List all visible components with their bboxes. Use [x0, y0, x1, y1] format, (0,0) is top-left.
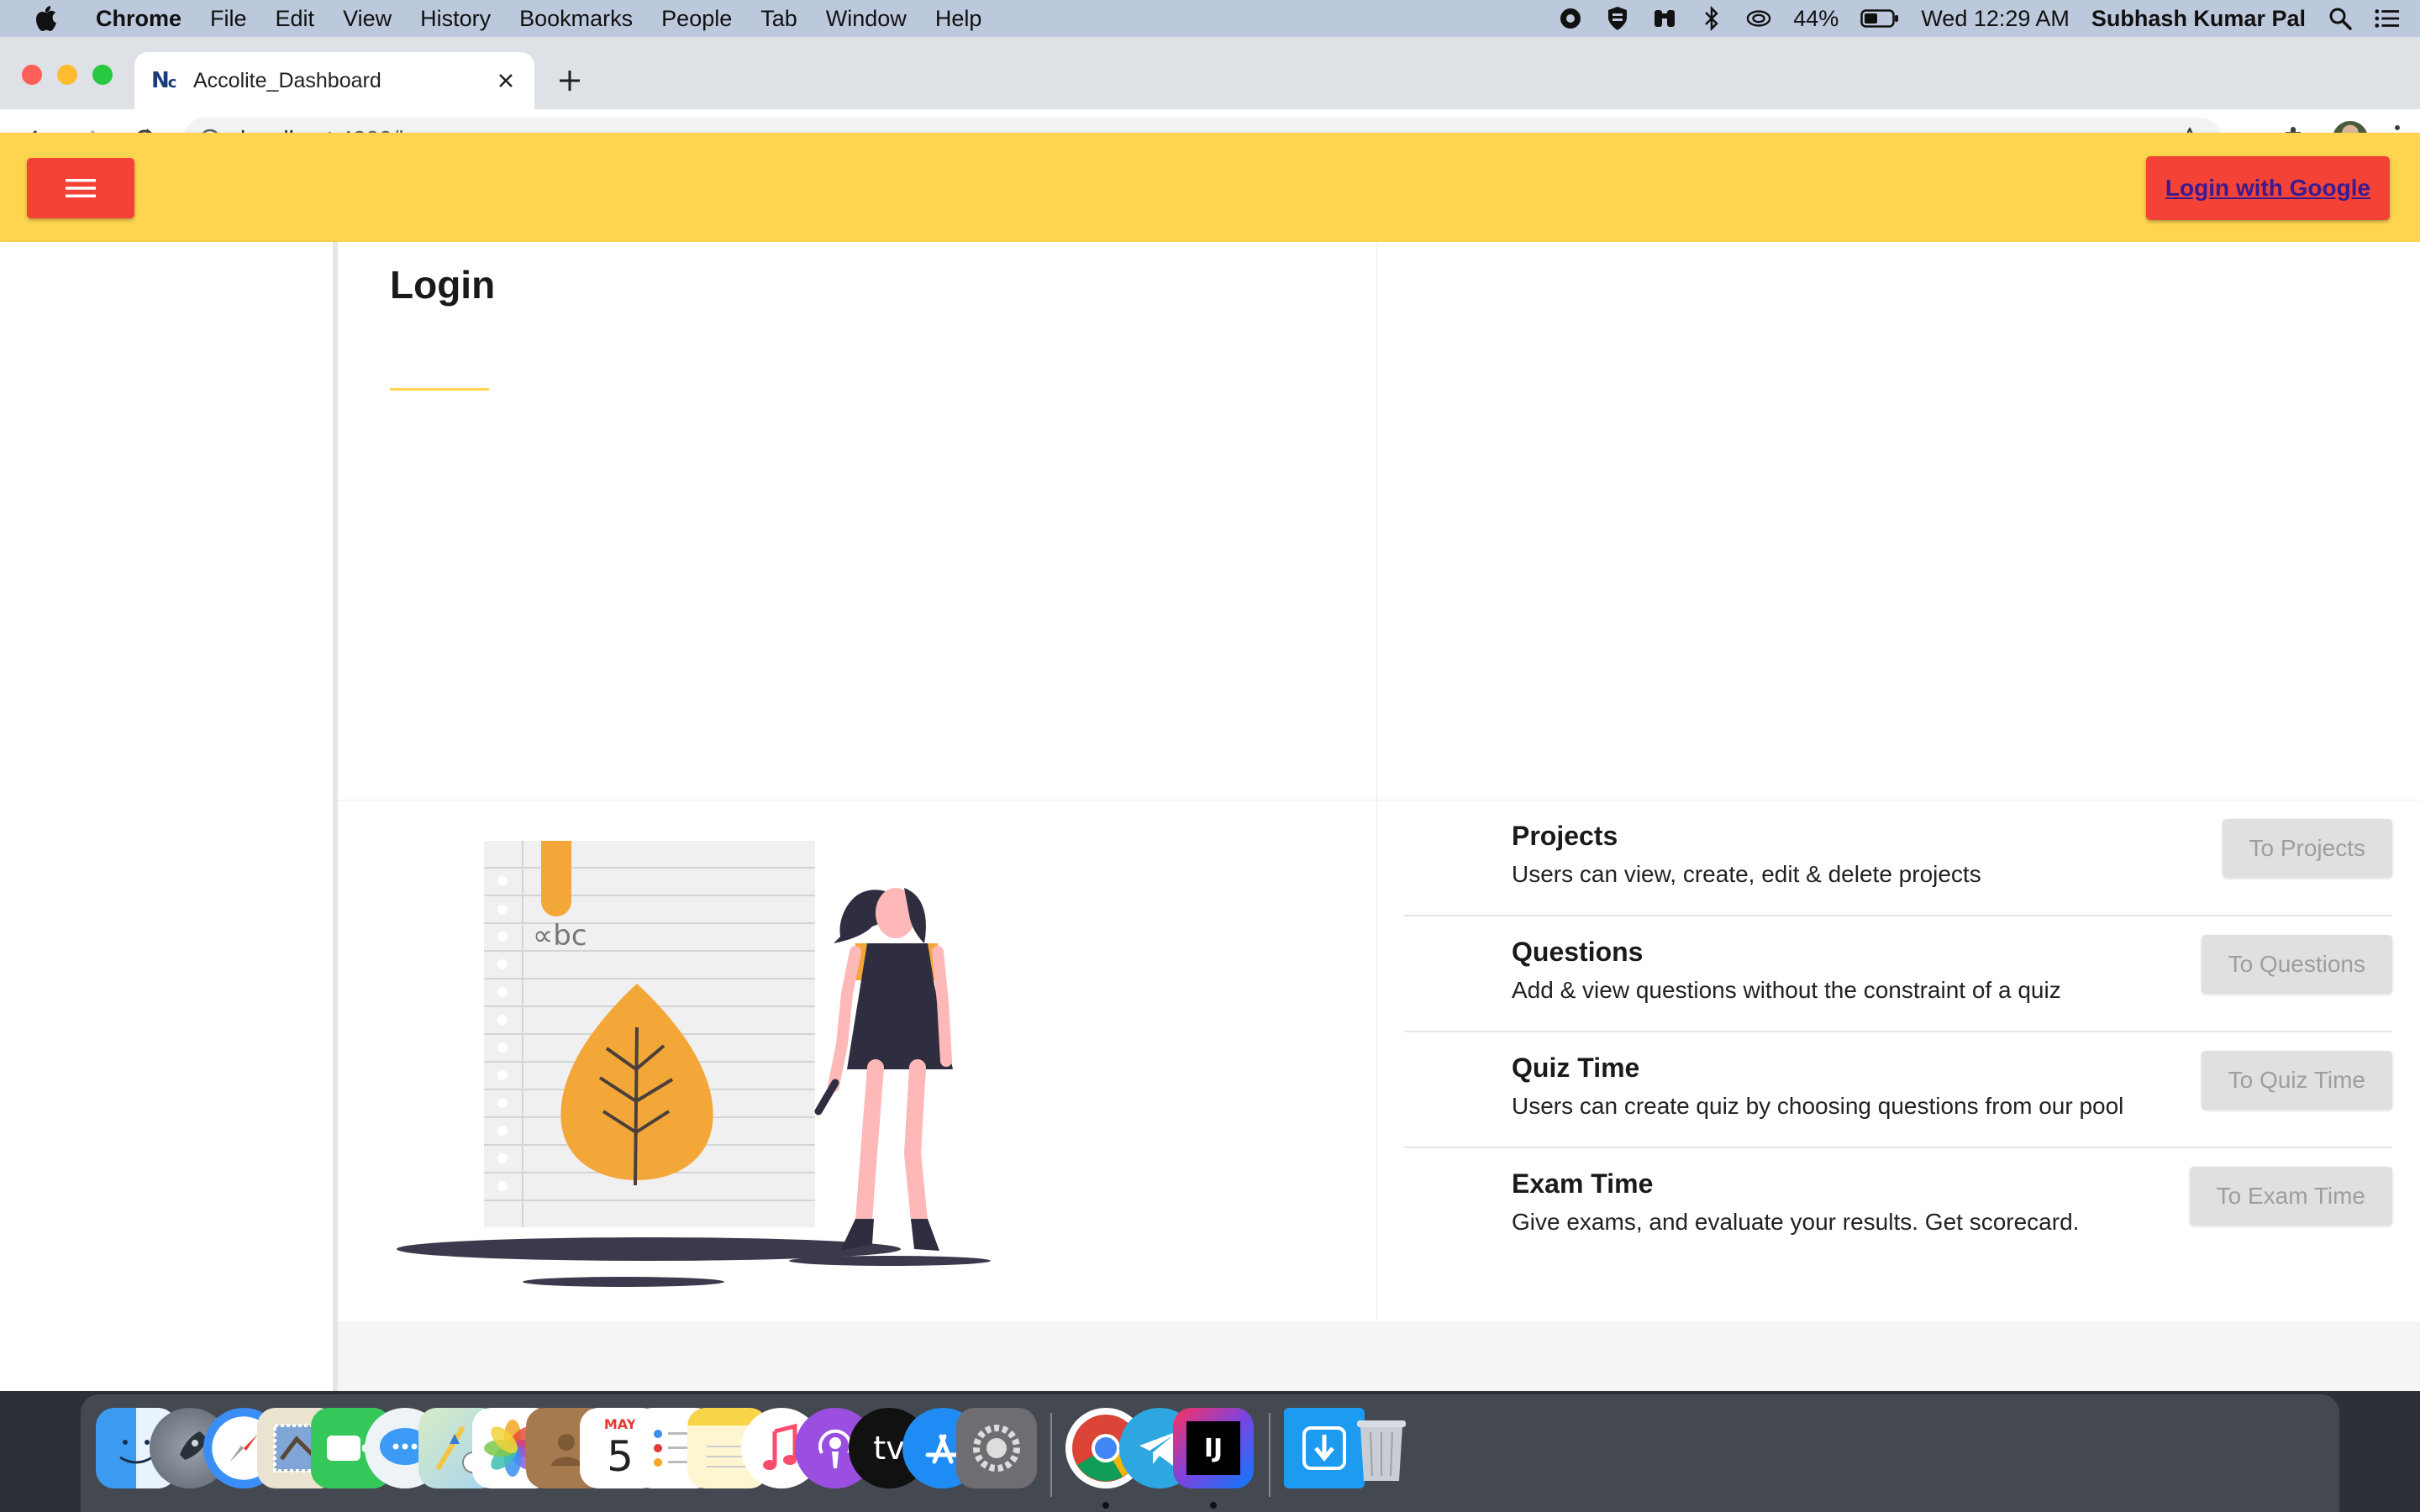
login-title-underline [390, 388, 489, 391]
user-name[interactable]: Subhash Kumar Pal [2091, 6, 2306, 32]
feature-row-projects: Projects Users can view, create, edit & … [1404, 801, 2392, 916]
menu-view[interactable]: View [343, 6, 392, 32]
sidebar [0, 242, 338, 1391]
clock[interactable]: Wed 12:29 AM [1921, 6, 2070, 32]
airdrop-icon[interactable] [1746, 6, 1771, 31]
hamburger-menu-icon [66, 179, 96, 197]
menu-file[interactable]: File [210, 6, 247, 32]
menu-help[interactable]: Help [935, 6, 982, 32]
battery-percent: 44% [1793, 5, 1839, 31]
window-minimize-button[interactable] [57, 65, 77, 85]
calendar-month: MAY [603, 1416, 637, 1432]
feature-row-exam-time: Exam Time Give exams, and evaluate your … [1404, 1148, 2392, 1263]
login-with-google-button[interactable]: Login with Google [2146, 156, 2390, 220]
tab-strip: Nc Accolite_Dashboard [0, 37, 2420, 109]
tab-close-icon[interactable] [492, 67, 519, 94]
tab-title: Accolite_Dashboard [193, 68, 381, 92]
feature-title: Exam Time [1512, 1168, 1654, 1199]
feature-row-questions: Questions Add & view questions without t… [1404, 916, 2392, 1032]
apple-menu-icon[interactable] [34, 4, 62, 33]
main-content: Login ∝bc Projects Users can view, creat… [338, 242, 2420, 1391]
shield-icon[interactable] [1605, 6, 1630, 31]
menu-people[interactable]: People [661, 6, 732, 32]
to-quiz-time-button[interactable]: To Quiz Time [2201, 1051, 2392, 1110]
feature-description: Give exams, and evaluate your results. G… [1512, 1209, 2080, 1235]
app-header: Login with Google [0, 133, 2420, 242]
menu-history[interactable]: History [420, 6, 491, 32]
macos-menu-bar: Chrome File Edit View History Bookmarks … [0, 0, 2420, 37]
new-tab-icon[interactable] [555, 66, 585, 96]
apple-tv-label: tv [873, 1430, 905, 1467]
notebook-girl-illustration: ∝bc [397, 841, 991, 1287]
login-panel: Login [338, 242, 1377, 801]
browser-tab-active[interactable]: Nc Accolite_Dashboard [134, 52, 534, 109]
control-center-list-icon[interactable] [2375, 6, 2400, 31]
macos-dock: MAY 5 tv IJ [81, 1394, 2339, 1512]
login-title: Login [390, 263, 496, 307]
to-questions-button[interactable]: To Questions [2201, 935, 2392, 994]
intellij-running-indicator [1210, 1502, 1217, 1509]
bluetooth-icon[interactable] [1699, 6, 1724, 31]
window-close-button[interactable] [22, 65, 42, 85]
menu-tab[interactable]: Tab [760, 6, 797, 32]
battery-icon[interactable] [1860, 6, 1899, 31]
feature-description: Users can view, create, edit & delete pr… [1512, 861, 1981, 887]
illustration-panel: ∝bc [338, 801, 1377, 1321]
dock-separator [1269, 1413, 1270, 1497]
dock-separator [1050, 1413, 1052, 1497]
menu-app-name[interactable]: Chrome [96, 6, 182, 32]
intellij-idea-icon[interactable]: IJ [1173, 1408, 1254, 1488]
favicon-icon: Nc [151, 68, 176, 93]
menu-window[interactable]: Window [826, 6, 907, 32]
sidebar-toggle-button[interactable] [27, 158, 134, 218]
system-preferences-gear-icon[interactable] [956, 1408, 1037, 1488]
notepad-handwriting: ∝bc [533, 919, 587, 953]
spotlight-search-icon[interactable] [2328, 6, 2353, 31]
feature-description: Add & view questions without the constra… [1512, 977, 2061, 1003]
chrome-running-indicator [1102, 1502, 1109, 1509]
calendar-day: 5 [607, 1432, 634, 1481]
trash-icon[interactable] [1341, 1408, 1422, 1488]
binoculars-icon[interactable] [1652, 6, 1677, 31]
features-panel: Projects Users can view, create, edit & … [1377, 801, 2420, 1321]
window-controls [22, 65, 113, 85]
feature-title: Projects [1512, 821, 1618, 851]
creative-cloud-icon[interactable] [1558, 6, 1583, 31]
to-exam-time-button[interactable]: To Exam Time [2189, 1167, 2392, 1226]
feature-description: Users can create quiz by choosing questi… [1512, 1093, 2124, 1119]
empty-panel [1377, 242, 2420, 801]
feature-row-quiz-time: Quiz Time Users can create quiz by choos… [1404, 1032, 2392, 1148]
intellij-label: IJ [1186, 1421, 1240, 1475]
window-maximize-button[interactable] [92, 65, 113, 85]
menu-bookmarks[interactable]: Bookmarks [519, 6, 633, 32]
to-projects-button[interactable]: To Projects [2222, 819, 2392, 878]
feature-title: Questions [1512, 937, 1644, 967]
feature-title: Quiz Time [1512, 1053, 1640, 1083]
menu-edit[interactable]: Edit [276, 6, 315, 32]
